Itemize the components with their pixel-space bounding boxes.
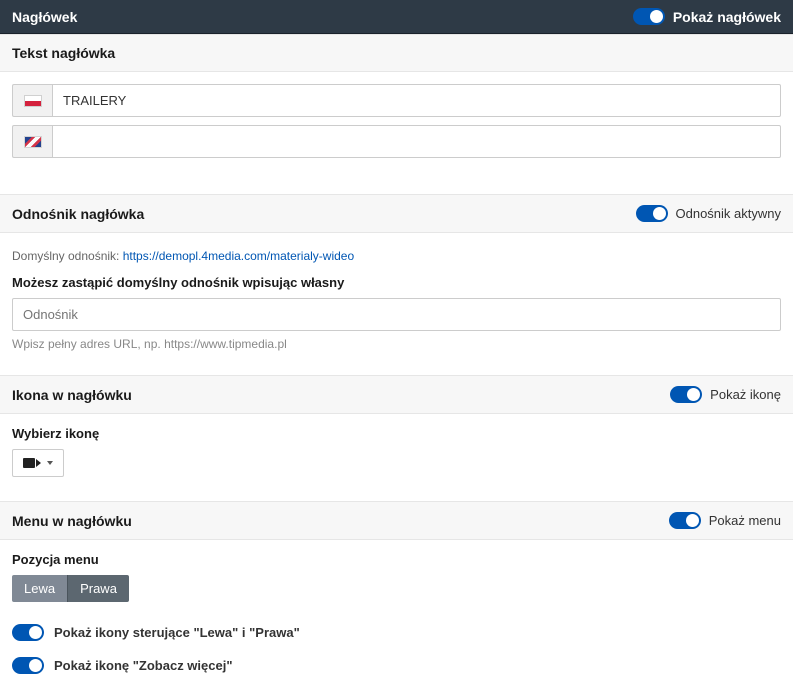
input-row-pl (12, 84, 781, 117)
flag-en-icon (12, 125, 52, 158)
section-title: Menu w nagłówku (12, 513, 132, 529)
link-active-toggle-label: Odnośnik aktywny (676, 206, 782, 221)
show-menu-toggle-row: Pokaż menu (669, 512, 781, 529)
override-link-label: Możesz zastąpić domyślny odnośnik wpisuj… (12, 275, 781, 290)
input-row-en (12, 125, 781, 158)
section-title: Ikona w nagłówku (12, 387, 132, 403)
link-active-toggle-row: Odnośnik aktywny (636, 205, 782, 222)
icon-picker-button[interactable] (12, 449, 64, 477)
show-icon-toggle-row: Pokaż ikonę (670, 386, 781, 403)
show-menu-toggle[interactable] (669, 512, 701, 529)
show-icon-toggle-label: Pokaż ikonę (710, 387, 781, 402)
chevron-down-icon (47, 461, 53, 465)
section-header: Menu w nagłówku Pokaż menu (0, 501, 793, 540)
show-menu-toggle-label: Pokaż menu (709, 513, 781, 528)
see-more-option-row: Pokaż ikonę "Zobacz więcej" (0, 649, 793, 682)
header-menu-section: Menu w nagłówku Pokaż menu Pozycja menu … (0, 501, 793, 682)
header-text-section: Tekst nagłówka (0, 34, 793, 170)
choose-icon-label: Wybierz ikonę (12, 426, 781, 441)
override-link-helper: Wpisz pełny adres URL, np. https://www.t… (12, 337, 781, 351)
default-link-url[interactable]: https://demopl.4media.com/materialy-wide… (123, 249, 354, 263)
show-header-toggle-row: Pokaż nagłówek (633, 8, 781, 25)
nav-icons-label: Pokaż ikony sterujące "Lewa" i "Prawa" (54, 625, 300, 640)
video-camera-icon (23, 458, 41, 468)
override-link-input[interactable] (12, 298, 781, 331)
settings-panel: Nagłówek Pokaż nagłówek Tekst nagłówka O… (0, 0, 793, 694)
nav-icons-toggle[interactable] (12, 624, 44, 641)
see-more-label: Pokaż ikonę "Zobacz więcej" (54, 658, 233, 673)
flag-pl-icon (12, 84, 52, 117)
menu-position-group: Lewa Prawa (12, 575, 129, 602)
header-text-input-pl[interactable] (52, 84, 781, 117)
menu-position-label: Pozycja menu (12, 552, 781, 567)
section-title: Tekst nagłówka (12, 45, 115, 61)
show-header-toggle[interactable] (633, 8, 665, 25)
menu-position-right[interactable]: Prawa (67, 575, 129, 602)
header-icon-section: Ikona w nagłówku Pokaż ikonę Wybierz iko… (0, 375, 793, 477)
section-title: Odnośnik nagłówka (12, 206, 144, 222)
nav-icons-option-row: Pokaż ikony sterujące "Lewa" i "Prawa" (0, 616, 793, 649)
default-link-hint: Domyślny odnośnik: https://demopl.4media… (0, 233, 793, 263)
override-link-input-wrap (12, 298, 781, 331)
section-body (0, 72, 793, 170)
see-more-toggle[interactable] (12, 657, 44, 674)
section-header: Tekst nagłówka (0, 34, 793, 72)
header-text-input-en[interactable] (52, 125, 781, 158)
menu-position-left[interactable]: Lewa (12, 575, 67, 602)
header-link-section: Odnośnik nagłówka Odnośnik aktywny Domyś… (0, 194, 793, 351)
link-active-toggle[interactable] (636, 205, 668, 222)
default-link-prefix: Domyślny odnośnik: (12, 249, 123, 263)
section-header: Odnośnik nagłówka Odnośnik aktywny (0, 194, 793, 233)
panel-title: Nagłówek (12, 9, 77, 25)
section-header: Ikona w nagłówku Pokaż ikonę (0, 375, 793, 414)
panel-header: Nagłówek Pokaż nagłówek (0, 0, 793, 34)
show-header-toggle-label: Pokaż nagłówek (673, 9, 781, 25)
show-icon-toggle[interactable] (670, 386, 702, 403)
